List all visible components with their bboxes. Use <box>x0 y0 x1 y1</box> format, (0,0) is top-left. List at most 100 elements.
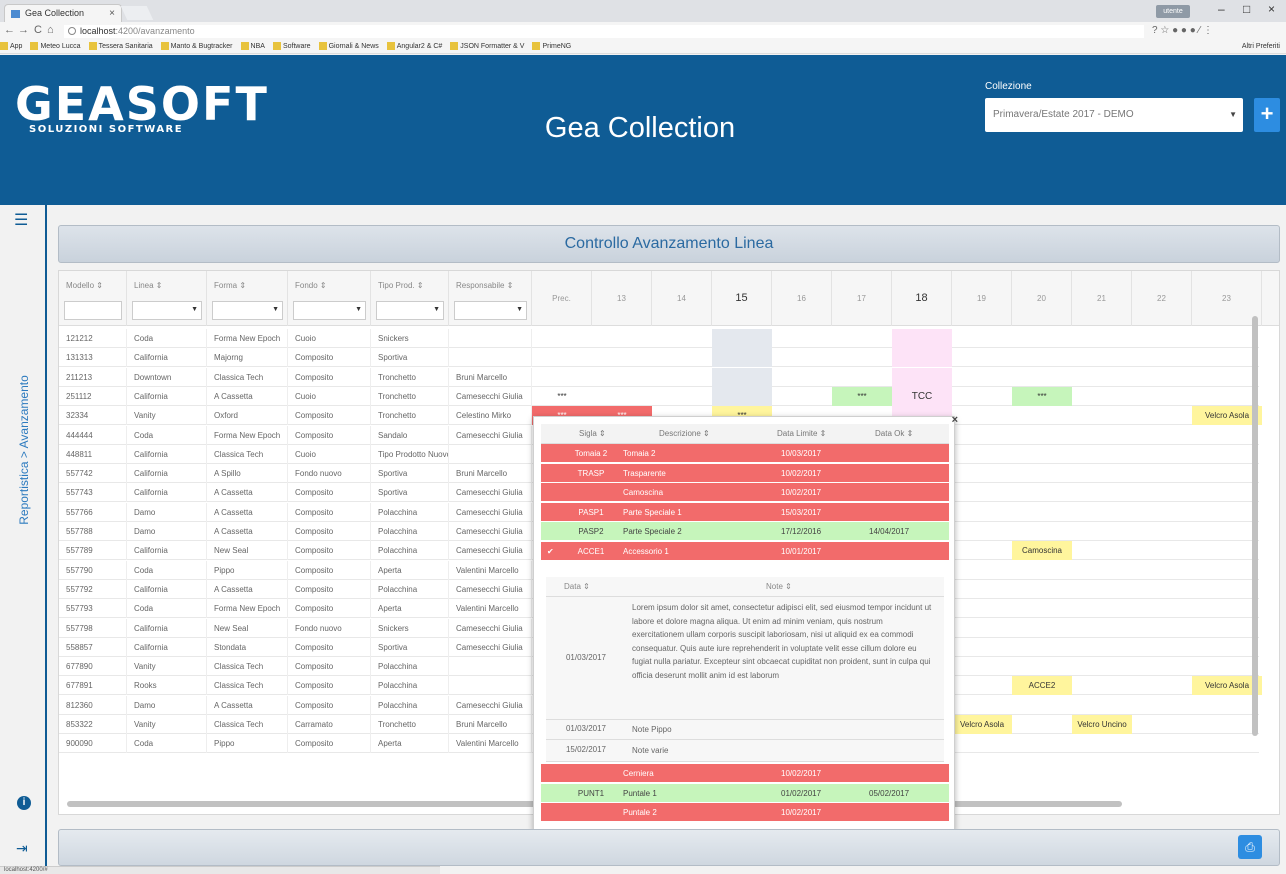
day-status-cell[interactable]: ACCE2 <box>1012 676 1072 696</box>
print-button[interactable]: ⎙ <box>1238 835 1262 859</box>
column-header[interactable]: Tipo Prod. ⇕ ▼ <box>371 271 449 326</box>
bookmark-icon <box>272 42 281 51</box>
table-cell: Valentini Marcello <box>449 599 532 619</box>
maximize-icon[interactable]: □ <box>1243 2 1250 16</box>
component-row[interactable]: PUNT1 Puntale 1 01/02/2017 05/02/2017 <box>541 783 949 803</box>
table-cell: Aperta <box>371 734 449 754</box>
app-title: Gea Collection <box>544 112 736 144</box>
column-header[interactable]: Responsabile ⇕ ▼ <box>449 271 532 326</box>
bookmark-item[interactable]: App <box>0 40 22 54</box>
table-row[interactable]: 131313 California Majorng Composito Sportiva <box>59 348 1259 368</box>
day-status-cell[interactable]: Velcro Uncino <box>1072 715 1132 734</box>
menu-icon[interactable]: ☰ <box>14 210 28 230</box>
url-input[interactable]: localhost:4200/avanzamento <box>64 25 1144 38</box>
forward-icon[interactable]: → <box>18 24 29 36</box>
table-row[interactable]: 251112 California A Cassetta Cuoio Tronchett… <box>59 386 1259 406</box>
add-collection-button[interactable]: + <box>1254 98 1280 132</box>
column-label: Modello ⇕ <box>66 281 103 290</box>
bookmark-item[interactable]: Tessera Sanitaria <box>88 40 153 54</box>
table-cell: Camesecchi Giulia <box>449 541 532 561</box>
table-cell: Camesecchi Giulia <box>449 618 532 638</box>
col-note-date[interactable]: Data ⇕ <box>564 577 590 597</box>
component-row[interactable]: Cerniera 10/02/2017 <box>541 764 949 783</box>
bookmark-item[interactable]: NBA <box>240 40 265 54</box>
table-cell: Composito <box>288 348 371 368</box>
component-descr: Puntale 2 <box>623 808 657 817</box>
extension-icons[interactable]: ? ☆ ● ● ● ⁄ ⋮ <box>1152 25 1213 36</box>
table-cell: Tronchetto <box>371 367 449 387</box>
component-row[interactable]: Puntale 2 10/02/2017 <box>541 803 949 822</box>
day-status-cell[interactable]: *** <box>832 386 892 406</box>
column-filter-input[interactable]: ▼ <box>212 301 283 320</box>
column-filter-input[interactable]: ▼ <box>454 301 527 320</box>
col-note-text[interactable]: Note ⇕ <box>766 577 792 597</box>
account-badge[interactable]: utente <box>1156 5 1190 18</box>
note-date: 01/03/2017 <box>565 652 607 662</box>
col-data-ok[interactable]: Data Ok ⇕ <box>875 424 913 444</box>
grid-header: Modello ⇕ Linea ⇕ ▼ Forma ⇕ ▼ Fondo ⇕ ▼ Tipo Pr… <box>59 271 1279 326</box>
column-header[interactable]: Fondo ⇕ ▼ <box>288 271 371 326</box>
column-filter-input[interactable]: ▼ <box>293 301 366 320</box>
column-filter-input[interactable] <box>64 301 122 320</box>
home-icon[interactable]: ⌂ <box>47 24 54 36</box>
popup-close-icon[interactable]: × <box>952 414 958 426</box>
close-window-icon[interactable]: × <box>1268 2 1275 16</box>
component-row[interactable]: ✔ ACCE1 Accessorio 1 10/01/2017 <box>541 541 949 561</box>
reload-icon[interactable]: C <box>34 24 42 36</box>
column-filter-input[interactable]: ▼ <box>376 301 444 320</box>
back-icon[interactable]: ← <box>4 24 15 36</box>
table-cell: Composito <box>288 676 371 696</box>
expand-check-icon[interactable]: ✔ <box>547 542 554 561</box>
table-cell: Polacchina <box>371 541 449 561</box>
col-sigla[interactable]: Sigla ⇕ <box>579 424 606 444</box>
table-cell: Tronchetto <box>371 715 449 734</box>
day-status-cell[interactable]: TCC <box>892 387 952 406</box>
browser-tab[interactable]: Gea Collection × <box>4 4 122 22</box>
table-row[interactable]: 121212 Coda Forma New Epoch Cuoio Snickers <box>59 329 1259 348</box>
logout-icon[interactable]: ⇥ <box>16 840 28 857</box>
col-data-limite[interactable]: Data Limite ⇕ <box>777 424 826 444</box>
component-limite: 10/01/2017 <box>781 546 822 556</box>
other-bookmarks[interactable]: Altri Preferiti <box>1242 40 1280 54</box>
bookmark-item[interactable]: Manto & Bugtracker <box>160 40 233 54</box>
vertical-scrollbar[interactable] <box>1252 316 1258 736</box>
table-cell <box>449 329 532 348</box>
component-row[interactable]: TRASP Trasparente 10/02/2017 <box>541 463 949 483</box>
col-descrizione[interactable]: Descrizione ⇕ <box>659 424 710 444</box>
table-cell: Composito <box>288 734 371 754</box>
component-row[interactable]: PASP2 Parte Speciale 2 17/12/2016 14/04/201… <box>541 522 949 541</box>
column-header[interactable]: Modello ⇕ <box>59 271 127 326</box>
column-header[interactable]: Linea ⇕ ▼ <box>127 271 207 326</box>
component-row[interactable]: PASP1 Parte Speciale 1 15/03/2017 <box>541 502 949 522</box>
day-status-cell[interactable]: *** <box>532 387 592 406</box>
bookmark-item[interactable]: Giornali & News <box>318 40 379 54</box>
table-cell: Sportiva <box>371 348 449 368</box>
day-status-cell[interactable]: Camoscina <box>1012 541 1072 561</box>
minimize-icon[interactable]: – <box>1218 2 1225 16</box>
table-cell: California <box>127 464 207 484</box>
breadcrumb: Reportistica > Avanzamento <box>17 375 31 525</box>
bookmark-item[interactable]: JSON Formatter & V <box>450 40 524 54</box>
table-cell: 557743 <box>59 483 127 503</box>
component-row[interactable]: Camoscina 10/02/2017 <box>541 483 949 502</box>
bookmark-item[interactable]: Angular2 & C# <box>386 40 442 54</box>
table-row[interactable]: 211213 Downtown Classica Tech Composito Tron… <box>59 367 1259 387</box>
component-row[interactable]: Tomaia 2 Tomaia 2 10/03/2017 <box>541 444 949 463</box>
table-cell: Coda <box>127 425 207 445</box>
bookmark-item[interactable]: Software <box>272 40 311 54</box>
day-status-cell[interactable]: *** <box>1012 386 1072 406</box>
table-cell: Fondo nuovo <box>288 464 371 484</box>
tab-close-icon[interactable]: × <box>109 5 115 22</box>
bookmark-item[interactable]: PrimeNG <box>532 40 571 54</box>
collection-select[interactable]: Primavera/Estate 2017 - DEMO ▼ <box>985 98 1243 132</box>
day-status-cell[interactable]: Velcro Asola <box>952 715 1012 734</box>
table-cell: Sandalo <box>371 425 449 445</box>
column-filter-input[interactable]: ▼ <box>132 301 202 320</box>
bookmark-icon <box>532 42 541 51</box>
bookmark-item[interactable]: Meteo Lucca <box>30 40 81 54</box>
table-cell <box>449 657 532 677</box>
component-sigla: PUNT1 <box>577 788 605 798</box>
new-tab-button[interactable] <box>120 6 154 20</box>
column-header[interactable]: Forma ⇕ ▼ <box>207 271 288 326</box>
info-icon[interactable]: i <box>17 796 31 810</box>
